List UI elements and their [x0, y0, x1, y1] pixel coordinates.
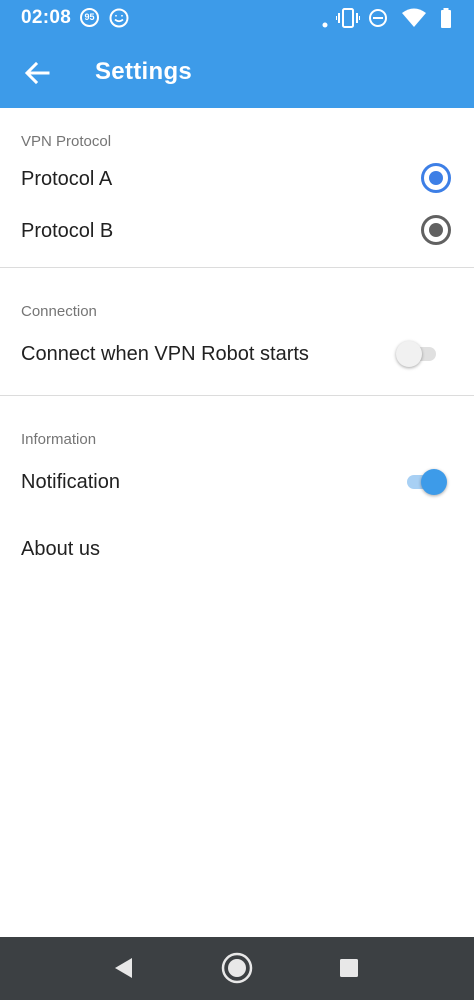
- toggle-thumb: [396, 341, 422, 367]
- notification-label[interactable]: Notification: [21, 471, 120, 494]
- radio-dot-icon: [429, 223, 443, 237]
- notification-toggle[interactable]: [403, 467, 447, 497]
- divider: [0, 267, 474, 268]
- arrow-left-icon: [24, 61, 50, 85]
- back-button[interactable]: [22, 58, 52, 88]
- section-label-vpn-protocol: VPN Protocol: [21, 133, 112, 150]
- nav-back-button[interactable]: [107, 951, 141, 985]
- nav-home-button[interactable]: [220, 951, 254, 985]
- home-circle-icon: [221, 952, 253, 984]
- protocol-b-radio[interactable]: [421, 215, 451, 245]
- recents-square-icon: [340, 959, 358, 977]
- vibrate-icon: [335, 8, 361, 33]
- toggle-thumb: [421, 469, 447, 495]
- back-triangle-icon: [115, 958, 132, 978]
- smiley-icon: [108, 7, 130, 34]
- radio-dot-icon: [429, 171, 443, 185]
- connect-on-start-toggle[interactable]: [396, 339, 440, 369]
- dot-icon: [322, 15, 328, 33]
- wifi-icon: [402, 8, 426, 33]
- section-label-information: Information: [21, 431, 97, 448]
- protocol-b-label[interactable]: Protocol B: [21, 220, 113, 243]
- protocol-a-radio[interactable]: [421, 163, 451, 193]
- status-time: 02:08: [21, 7, 72, 28]
- protocol-a-label[interactable]: Protocol A: [21, 168, 112, 191]
- battery-icon: [440, 8, 452, 33]
- connect-on-start-label[interactable]: Connect when VPN Robot starts: [21, 343, 309, 366]
- divider: [0, 395, 474, 396]
- status-bar: 02:08 95: [0, 0, 474, 36]
- notification-badge-icon: 95: [80, 8, 99, 27]
- section-label-connection: Connection: [21, 303, 97, 320]
- about-us-item[interactable]: About us: [21, 538, 100, 561]
- do-not-disturb-icon: [368, 8, 388, 33]
- nav-recents-button[interactable]: [332, 951, 366, 985]
- page-title: Settings: [95, 58, 193, 85]
- system-nav-bar: [0, 937, 474, 1000]
- app-bar: 02:08 95 Settings: [0, 0, 474, 108]
